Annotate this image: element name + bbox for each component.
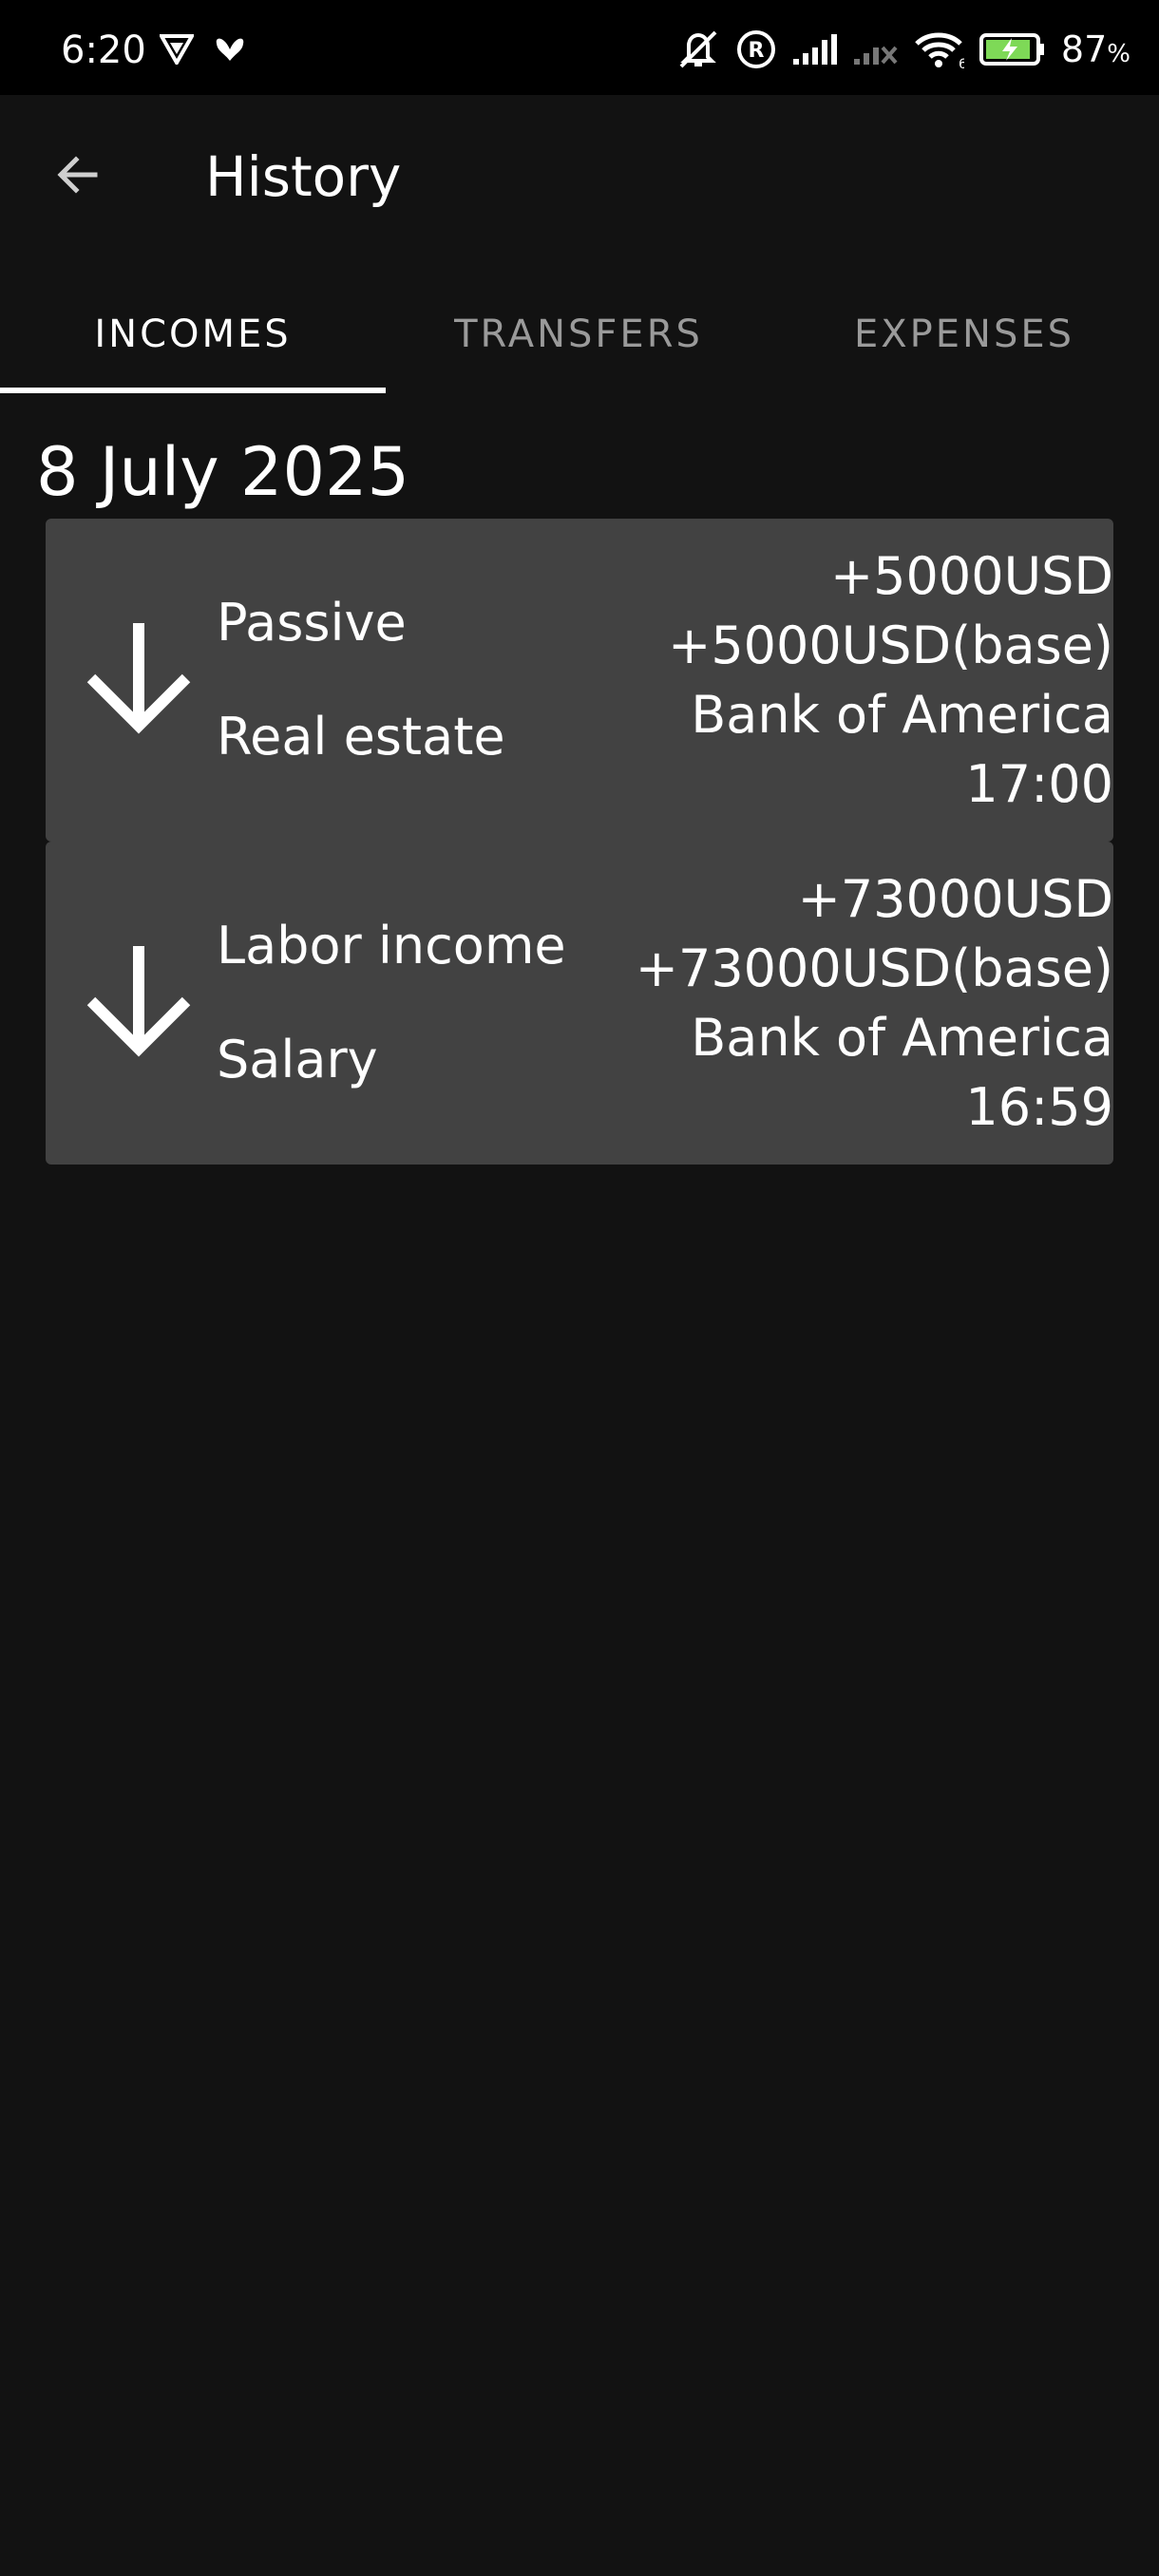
- tab-incomes[interactable]: INCOMES: [0, 275, 386, 393]
- transaction-card[interactable]: Labor income Salary +73000USD +73000USD(…: [46, 842, 1113, 1165]
- transaction-amount-base: +5000USD(base): [668, 616, 1113, 675]
- status-bar: 6:20 R 6 87%: [0, 0, 1159, 95]
- tab-indicator: [0, 388, 386, 393]
- transaction-category: Labor income: [217, 916, 566, 975]
- transaction-time: 16:59: [965, 1077, 1113, 1137]
- butterfly-app-icon: [213, 34, 247, 68]
- transaction-time: 17:00: [965, 754, 1113, 814]
- battery-charging-icon: [978, 32, 1046, 66]
- app-bar: History: [0, 95, 1159, 258]
- registered-icon: R: [736, 29, 776, 69]
- status-right-icons: R 6 87%: [675, 28, 1130, 70]
- signal-off-icon: [852, 32, 898, 66]
- date-header: 8 July 2025: [36, 433, 410, 511]
- arrow-down-icon: [72, 937, 205, 1070]
- bell-muted-icon: [675, 28, 721, 70]
- arrow-down-icon: [72, 614, 205, 747]
- tab-bar: INCOMES TRANSFERS EXPENSES: [0, 275, 1159, 393]
- transaction-account: Bank of America: [691, 685, 1113, 745]
- transaction-amount: +5000USD: [829, 546, 1113, 606]
- transaction-card[interactable]: Passive Real estate +5000USD +5000USD(ba…: [46, 519, 1113, 842]
- shield-app-icon: [158, 34, 196, 68]
- page-title: History: [205, 144, 402, 209]
- arrow-left-icon: [51, 148, 104, 205]
- status-time: 6:20: [61, 28, 146, 72]
- transaction-amount: +73000USD: [797, 869, 1113, 929]
- transaction-amount-base: +73000USD(base): [635, 938, 1113, 998]
- tab-transfers[interactable]: TRANSFERS: [386, 275, 771, 393]
- transaction-category: Passive: [217, 593, 407, 653]
- transaction-account: Bank of America: [691, 1008, 1113, 1068]
- transaction-subcategory: Real estate: [217, 707, 505, 767]
- transaction-subcategory: Salary: [217, 1030, 378, 1089]
- status-left-icons: [158, 34, 247, 68]
- svg-text:6: 6: [959, 57, 964, 68]
- transaction-details: +73000USD +73000USD(base) Bank of Americ…: [636, 864, 1113, 1142]
- signal-icon: [791, 32, 837, 66]
- back-button[interactable]: [38, 137, 118, 217]
- svg-text:R: R: [748, 39, 764, 63]
- wifi-icon: 6: [913, 30, 964, 68]
- tab-expenses[interactable]: EXPENSES: [771, 275, 1157, 393]
- transaction-details: +5000USD +5000USD(base) Bank of America …: [668, 541, 1113, 819]
- battery-percent: 87%: [1060, 28, 1130, 70]
